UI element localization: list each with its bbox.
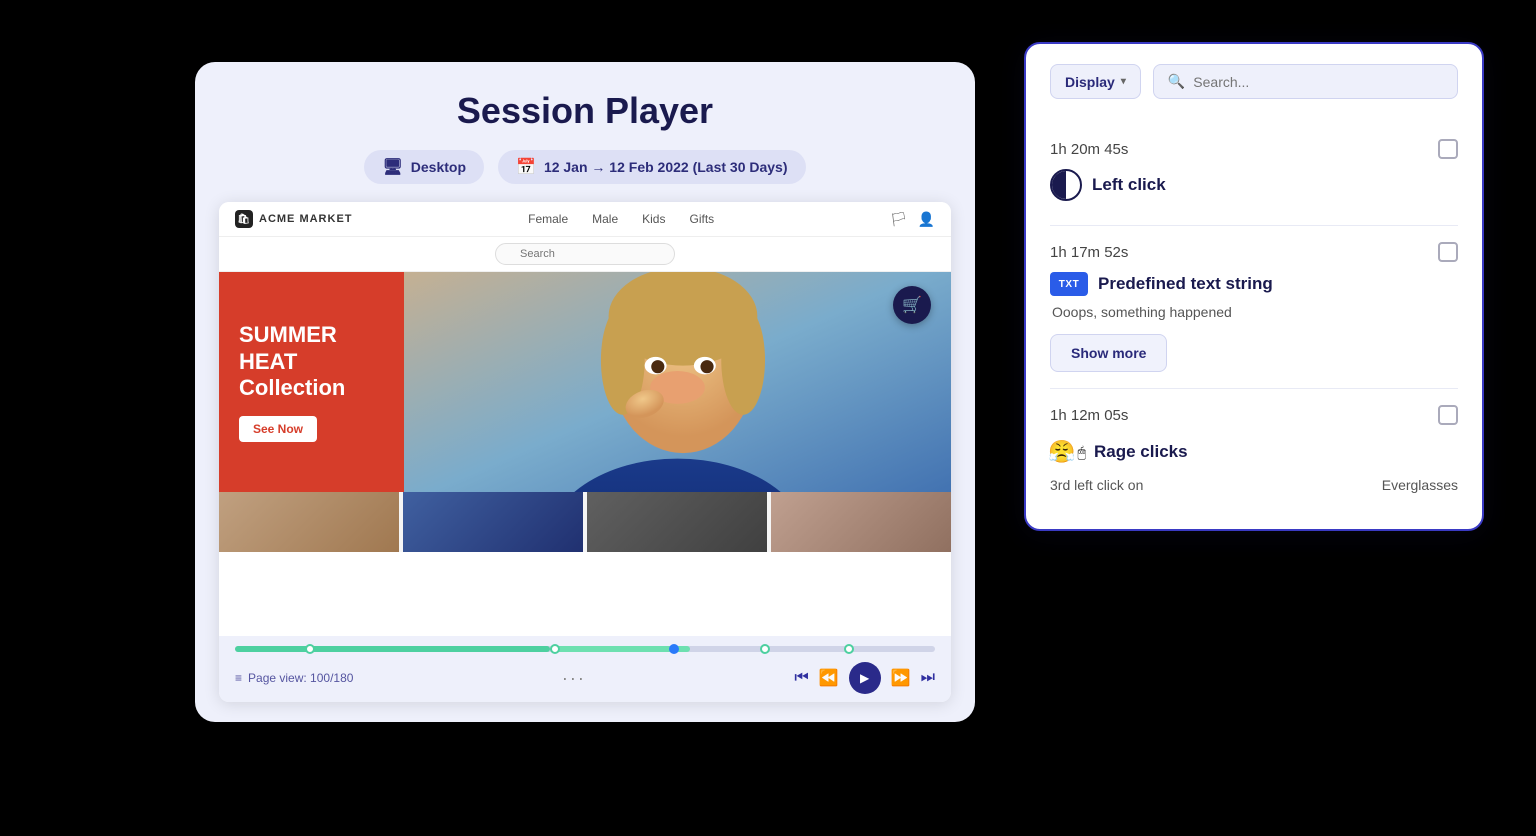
rewind-button[interactable]: ⏪ — [819, 668, 839, 688]
more-options-menu[interactable]: ··· — [562, 668, 586, 689]
event-checkbox-2[interactable] — [1438, 242, 1458, 262]
timeline-area: ≡ Page view: 100/180 ··· ⏮ ⏪ ▶ ⏩ ⏭ — [219, 636, 951, 702]
timeline-dot-5 — [844, 644, 854, 654]
event-panel: Display ▾ 🔍 1h 20m 45s Left click 1h 17m… — [1024, 42, 1484, 531]
event-type-row-2: TXT Predefined text string — [1050, 272, 1458, 296]
search-box: 🔍 — [1153, 64, 1458, 99]
desktop-icon: 🖥 — [382, 157, 402, 177]
event-header-row-1: 1h 20m 45s — [1050, 139, 1458, 159]
event-label-3: Rage clicks — [1094, 442, 1188, 462]
hero-red-box: SUMMER HEAT Collection See Now — [219, 272, 404, 492]
rage-click-icon: 😤 🖱 — [1050, 435, 1084, 469]
timeline-dot-1 — [305, 644, 315, 654]
nav-male[interactable]: Male — [592, 212, 618, 226]
event-label-2: Predefined text string — [1098, 274, 1273, 294]
nav-kids[interactable]: Kids — [642, 212, 665, 226]
user-icon: 👤 — [918, 211, 935, 228]
date-range-button[interactable]: 📅 12 Jan → 12 Feb 2022 (Last 30 Days) — [498, 150, 806, 184]
session-controls-row: 🖥 Desktop 📅 12 Jan → 12 Feb 2022 (Last 3… — [364, 150, 805, 184]
event-header-row-2: 1h 17m 52s — [1050, 242, 1458, 262]
hero-bg: SUMMER HEAT Collection See Now — [219, 272, 951, 492]
browser-hero: SUMMER HEAT Collection See Now — [219, 272, 951, 636]
display-button[interactable]: Display ▾ — [1050, 64, 1141, 99]
list-icon: ≡ — [235, 671, 242, 685]
thumbnails-strip — [219, 492, 951, 552]
nav-female[interactable]: Female — [528, 212, 568, 226]
event-item-rage-clicks: 1h 12m 05s 😤 🖱 Rage clicks 3rd left clic… — [1050, 389, 1458, 509]
see-now-button[interactable]: See Now — [239, 416, 317, 442]
thumbnail-2[interactable] — [403, 492, 583, 552]
thumbnail-3[interactable] — [587, 492, 767, 552]
panel-header: Display ▾ 🔍 — [1050, 64, 1458, 99]
browser-nav: Female Male Kids Gifts — [528, 212, 714, 226]
timeline-dot-current — [669, 644, 679, 654]
skip-to-start-button[interactable]: ⏮ — [794, 669, 808, 687]
thumbnail-1[interactable] — [219, 492, 399, 552]
progress-track[interactable] — [235, 646, 935, 652]
brand-icon: 🛍 — [235, 210, 253, 228]
browser-mockup: 🛍 ACME MARKET Female Male Kids Gifts 🏳 👤 — [219, 202, 951, 702]
rage-detail-row: 3rd left click on Everglasses — [1050, 477, 1458, 493]
fast-forward-button[interactable]: ⏩ — [891, 668, 911, 688]
browser-header-icons: 🏳 👤 — [890, 211, 935, 228]
browser-brand: 🛍 ACME MARKET — [235, 210, 353, 228]
page-view-info: ≡ Page view: 100/180 — [235, 671, 353, 685]
play-button[interactable]: ▶ — [849, 662, 881, 694]
player-controls: ⏮ ⏪ ▶ ⏩ ⏭ — [794, 662, 935, 694]
browser-search-bar — [219, 237, 951, 272]
thumbnail-4[interactable] — [771, 492, 951, 552]
event-checkbox-1[interactable] — [1438, 139, 1458, 159]
event-header-row-3: 1h 12m 05s — [1050, 405, 1458, 425]
search-wrap — [495, 243, 675, 265]
search-input[interactable] — [1193, 74, 1443, 90]
event-time-3: 1h 12m 05s — [1050, 407, 1128, 424]
session-player-card: Session Player 🖥 Desktop 📅 12 Jan → 12 F… — [195, 62, 975, 722]
left-click-icon — [1050, 169, 1082, 201]
event-time-2: 1h 17m 52s — [1050, 244, 1128, 261]
hero-person-svg — [404, 272, 951, 492]
player-bottom-row: ≡ Page view: 100/180 ··· ⏮ ⏪ ▶ ⏩ ⏭ — [235, 662, 935, 694]
event-item-left-click: 1h 20m 45s Left click — [1050, 123, 1458, 226]
timeline-dot-4 — [760, 644, 770, 654]
chevron-down-icon: ▾ — [1121, 76, 1126, 87]
browser-topbar: 🛍 ACME MARKET Female Male Kids Gifts 🏳 👤 — [219, 202, 951, 237]
skip-to-end-button[interactable]: ⏭ — [921, 669, 935, 687]
timeline-dot-2 — [550, 644, 560, 654]
event-time-1: 1h 20m 45s — [1050, 141, 1128, 158]
cart-float-button[interactable]: 🛒 — [893, 286, 931, 324]
nav-gifts[interactable]: Gifts — [689, 212, 714, 226]
hero-title: SUMMER HEAT Collection — [239, 322, 384, 401]
event-checkbox-3[interactable] — [1438, 405, 1458, 425]
flag-icon: 🏳 — [890, 211, 908, 228]
progress-green — [235, 646, 550, 652]
device-button[interactable]: 🖥 Desktop — [364, 150, 484, 184]
event-item-predefined-text: 1h 17m 52s TXT Predefined text string Oo… — [1050, 226, 1458, 389]
rage-detail-left: 3rd left click on — [1050, 477, 1143, 493]
search-icon: 🔍 — [1168, 73, 1185, 90]
event-detail-2: Ooops, something happened — [1050, 304, 1458, 320]
hero-person — [404, 272, 951, 492]
event-label-1: Left click — [1092, 175, 1166, 195]
page-view-text: Page view: 100/180 — [248, 671, 353, 685]
txt-icon: TXT — [1050, 272, 1088, 296]
session-title: Session Player — [457, 90, 713, 132]
rage-detail-right: Everglasses — [1382, 477, 1458, 493]
calendar-icon: 📅 — [516, 157, 536, 177]
browser-search-input[interactable] — [495, 243, 675, 265]
event-type-row-1: Left click — [1050, 169, 1458, 201]
show-more-button[interactable]: Show more — [1050, 334, 1167, 372]
event-type-row-3: 😤 🖱 Rage clicks — [1050, 435, 1458, 469]
